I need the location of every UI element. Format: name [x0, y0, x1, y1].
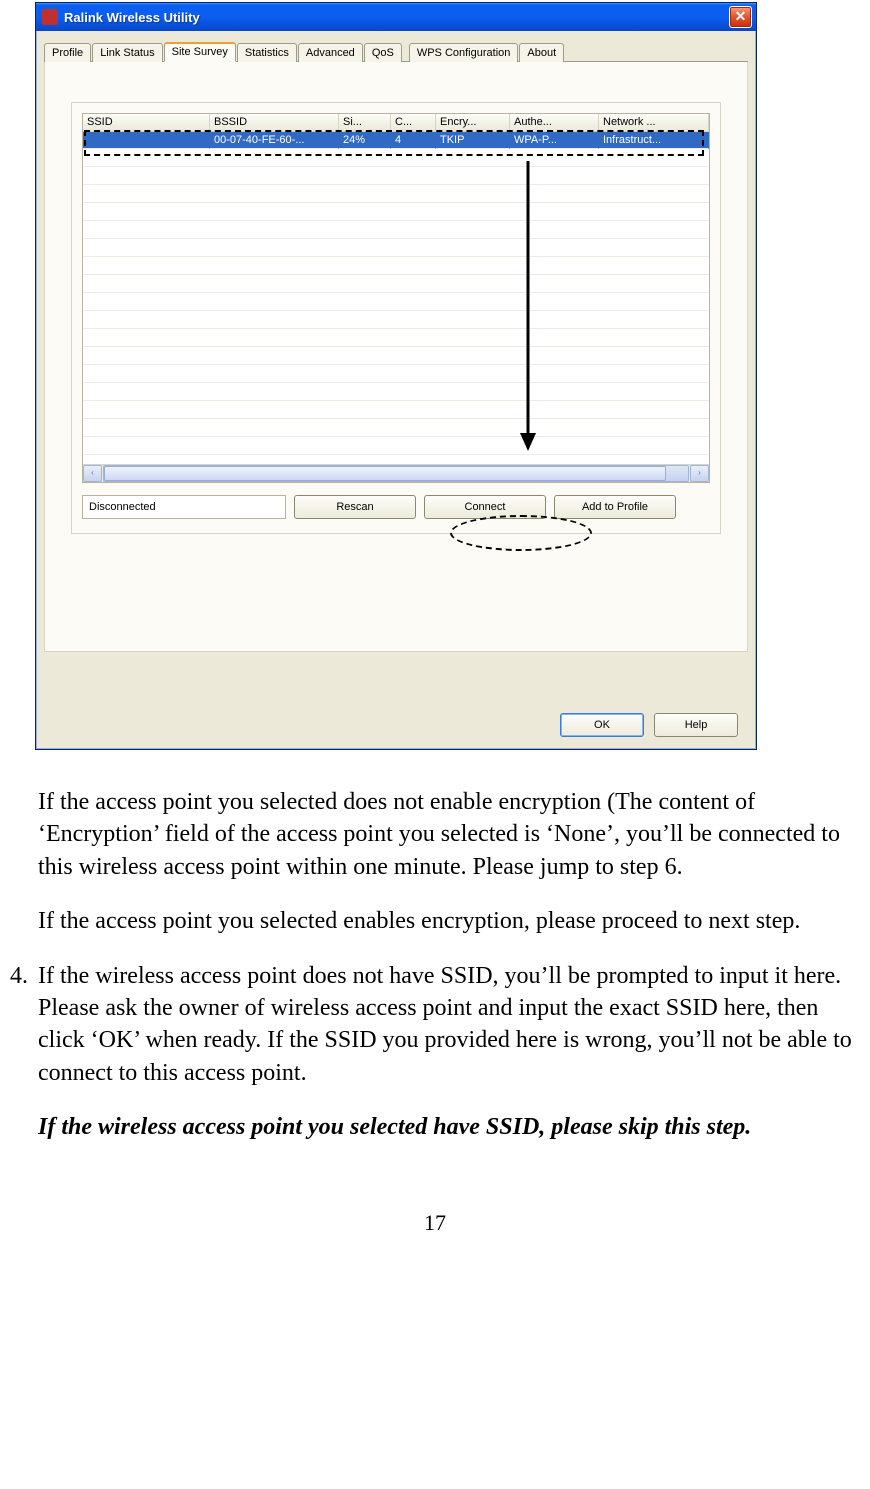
client-area: Profile Link Status Site Survey Statisti… — [36, 31, 756, 749]
cell-network: Infrastruct... — [599, 132, 709, 149]
window-title: Ralink Wireless Utility — [64, 10, 729, 25]
tab-site-survey[interactable]: Site Survey — [164, 42, 236, 62]
rescan-button[interactable]: Rescan — [294, 495, 416, 519]
cell-ssid — [83, 132, 210, 149]
grid-empty-row — [83, 149, 709, 167]
scroll-left-button[interactable]: ‹ — [83, 465, 102, 482]
horizontal-scrollbar[interactable]: ‹ › — [83, 464, 709, 482]
header-ssid[interactable]: SSID — [83, 114, 210, 131]
connect-button[interactable]: Connect — [424, 495, 546, 519]
tab-panel: SSID BSSID Si... C... Encry... Authe... … — [44, 62, 748, 652]
grid-header: SSID BSSID Si... C... Encry... Authe... … — [83, 114, 709, 132]
scroll-right-button[interactable]: › — [690, 465, 709, 482]
header-network[interactable]: Network ... — [599, 114, 709, 131]
scroll-thumb[interactable] — [104, 466, 666, 481]
paragraph-encryption-enabled: If the access point you selected enables… — [38, 905, 860, 937]
grid-empty-row — [83, 275, 709, 293]
list-number-4: 4. — [10, 960, 38, 1166]
add-to-profile-button[interactable]: Add to Profile — [554, 495, 676, 519]
grid-empty-row — [83, 203, 709, 221]
ok-button[interactable]: OK — [560, 713, 644, 737]
tab-link-status[interactable]: Link Status — [92, 43, 162, 62]
grid-empty-row — [83, 311, 709, 329]
grid-empty-row — [83, 167, 709, 185]
tab-profile[interactable]: Profile — [44, 43, 91, 62]
header-bssid[interactable]: BSSID — [210, 114, 339, 131]
cell-bssid: 00-07-40-FE-60-... — [210, 132, 339, 149]
cell-encrypt: TKIP — [436, 132, 510, 149]
header-auth[interactable]: Authe... — [510, 114, 599, 131]
site-survey-group: SSID BSSID Si... C... Encry... Authe... … — [71, 102, 721, 534]
paragraph-skip-step: If the wireless access point you selecte… — [38, 1111, 860, 1143]
grid-empty-row — [83, 401, 709, 419]
close-button[interactable]: ✕ — [729, 6, 752, 28]
grid-empty-row — [83, 257, 709, 275]
grid-empty-row — [83, 329, 709, 347]
cell-auth: WPA-P... — [510, 132, 599, 149]
dialog-buttons: OK Help — [560, 713, 738, 737]
tab-about[interactable]: About — [519, 43, 564, 62]
network-grid[interactable]: SSID BSSID Si... C... Encry... Authe... … — [82, 113, 710, 483]
tabstrip: Profile Link Status Site Survey Statisti… — [44, 39, 748, 62]
tab-advanced[interactable]: Advanced — [298, 43, 363, 62]
tab-statistics[interactable]: Statistics — [237, 43, 297, 62]
app-icon — [42, 9, 58, 25]
grid-empty-row — [83, 383, 709, 401]
header-channel[interactable]: C... — [391, 114, 436, 131]
titlebar: Ralink Wireless Utility ✕ — [36, 3, 756, 31]
grid-empty-row — [83, 419, 709, 437]
grid-empty-row — [83, 347, 709, 365]
grid-row-selected[interactable]: 00-07-40-FE-60-... 24% 4 TKIP WPA-P... I… — [83, 132, 709, 149]
tab-wps[interactable]: WPS Configuration — [409, 43, 519, 62]
grid-empty-row — [83, 437, 709, 455]
cell-channel: 4 — [391, 132, 436, 149]
header-signal[interactable]: Si... — [339, 114, 391, 131]
grid-empty-row — [83, 185, 709, 203]
grid-empty-row — [83, 239, 709, 257]
scroll-track[interactable] — [103, 465, 689, 482]
application-window: Ralink Wireless Utility ✕ Profile Link S… — [35, 2, 757, 750]
tab-qos[interactable]: QoS — [364, 43, 402, 62]
grid-empty-row — [83, 293, 709, 311]
connection-status: Disconnected — [82, 495, 286, 519]
paragraph-encryption-none: If the access point you selected does no… — [38, 786, 860, 883]
grid-empty-row — [83, 365, 709, 383]
header-encrypt[interactable]: Encry... — [436, 114, 510, 131]
action-row: Disconnected Rescan Connect Add to Profi… — [82, 495, 710, 519]
paragraph-step4: If the wireless access point does not ha… — [38, 960, 860, 1090]
page-number: 17 — [0, 1210, 870, 1236]
document-body: If the access point you selected does no… — [38, 786, 860, 1166]
help-button[interactable]: Help — [654, 713, 738, 737]
cell-signal: 24% — [339, 132, 391, 149]
grid-empty-row — [83, 221, 709, 239]
